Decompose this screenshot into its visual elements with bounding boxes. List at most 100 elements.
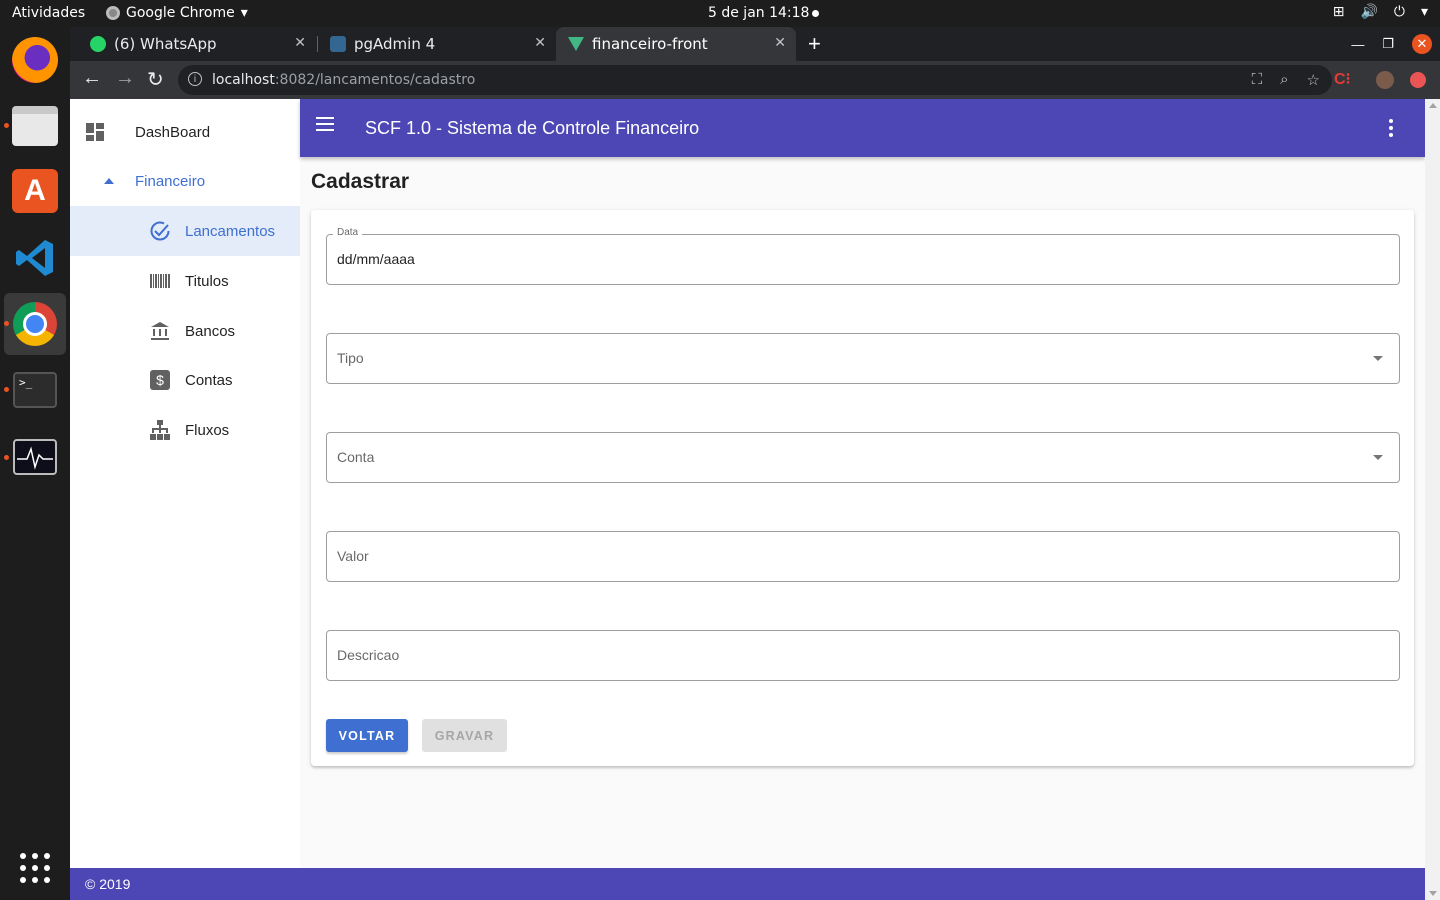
- browser-toolbar: ← → ↻ i localhost:8082/lancamentos/cadas…: [70, 61, 1440, 99]
- valor-field[interactable]: Valor: [326, 531, 1400, 582]
- nav-label: Financeiro: [135, 172, 206, 190]
- maximize-icon[interactable]: ❐: [1382, 36, 1394, 52]
- window-controls: — ❐ ✕: [1351, 34, 1432, 54]
- chrome-icon: [106, 6, 120, 20]
- app-bar: SCF 1.0 - Sistema de Controle Financeiro: [300, 99, 1425, 157]
- scroll-up-icon[interactable]: [1429, 103, 1437, 108]
- close-icon[interactable]: ✕: [534, 35, 546, 51]
- nav-group-financeiro[interactable]: Financeiro: [70, 156, 300, 206]
- svg-text:$: $: [156, 372, 164, 388]
- dock-system-monitor[interactable]: [4, 426, 66, 488]
- data-field[interactable]: Data dd/mm/aaaa: [326, 227, 1400, 285]
- reload-icon[interactable]: ↻: [147, 67, 164, 92]
- tipo-select[interactable]: Tipo: [326, 333, 1400, 384]
- app-menu-label: Google Chrome: [126, 5, 235, 21]
- back-icon[interactable]: ←: [82, 67, 102, 90]
- dashboard-icon: [84, 121, 106, 143]
- descricao-field[interactable]: Descricao: [326, 630, 1400, 681]
- nav-label: Titulos: [185, 272, 229, 290]
- software-store-icon: A: [12, 169, 58, 213]
- url-text: localhost:8082/lancamentos/cadastro: [212, 72, 476, 88]
- field-value: dd/mm/aaaa: [337, 251, 415, 267]
- address-bar[interactable]: i localhost:8082/lancamentos/cadastro ⛶ …: [178, 65, 1332, 95]
- page-content: DashBoard Financeiro Lancamentos Titulos: [70, 99, 1425, 900]
- navigation-drawer: DashBoard Financeiro Lancamentos Titulos: [70, 99, 300, 868]
- running-indicator: [4, 321, 9, 326]
- update-icon[interactable]: [1410, 72, 1426, 88]
- firefox-icon: [12, 37, 58, 83]
- system-top-bar: Atividades Google Chrome ▾ 5 de jan 14:1…: [0, 0, 1440, 27]
- vertical-scrollbar[interactable]: [1425, 99, 1440, 900]
- avatar[interactable]: [1376, 71, 1394, 89]
- close-icon[interactable]: ✕: [774, 35, 786, 51]
- app-menu[interactable]: Google Chrome ▾: [106, 5, 248, 21]
- footer: © 2019: [70, 868, 1425, 900]
- nav-label: DashBoard: [135, 123, 211, 141]
- dollar-icon: $: [149, 369, 171, 391]
- footer-text: © 2019: [85, 876, 131, 892]
- chevron-down-icon: ▾: [1420, 4, 1428, 20]
- nav-item-bancos[interactable]: Bancos: [70, 306, 300, 356]
- star-icon[interactable]: ☆: [1307, 71, 1320, 89]
- extension-icon[interactable]: C⁝: [1334, 69, 1351, 89]
- voltar-button[interactable]: VOLTAR: [326, 719, 408, 752]
- dock-chrome[interactable]: [4, 293, 66, 355]
- nav-label: Fluxos: [185, 421, 230, 439]
- zoom-icon[interactable]: ⌕: [1280, 71, 1288, 89]
- dock-files[interactable]: [4, 95, 66, 157]
- chrome-icon: [13, 302, 57, 346]
- nav-item-dashboard[interactable]: DashBoard: [70, 107, 300, 157]
- clock[interactable]: 5 de jan 14:18: [708, 5, 820, 21]
- field-label: Data: [333, 227, 363, 238]
- tab-strip: (6) WhatsApp ✕ pgAdmin 4 ✕ financeiro-fr…: [70, 27, 1440, 61]
- nav-item-fluxos[interactable]: Fluxos: [70, 405, 300, 455]
- app-title: SCF 1.0 - Sistema de Controle Financeiro: [365, 118, 700, 138]
- dock-terminal[interactable]: >_: [4, 359, 66, 421]
- show-applications-icon[interactable]: [20, 853, 50, 883]
- menu-icon[interactable]: [316, 117, 334, 131]
- tab-title: pgAdmin 4: [354, 35, 436, 53]
- tab-title: financeiro-front: [592, 35, 708, 53]
- network-icon: ⊞: [1332, 4, 1345, 20]
- nav-label: Lancamentos: [185, 222, 276, 240]
- dropdown-arrow-icon: [1373, 356, 1383, 361]
- tab-financeiro-front[interactable]: financeiro-front ✕: [556, 27, 796, 61]
- scroll-down-icon[interactable]: [1429, 891, 1437, 896]
- sitemap-icon: [149, 419, 171, 441]
- nav-item-lancamentos[interactable]: Lancamentos: [70, 206, 300, 256]
- dock-firefox[interactable]: [4, 29, 66, 91]
- power-icon: ⏻: [1393, 4, 1405, 20]
- conta-select[interactable]: Conta: [326, 432, 1400, 483]
- page-title: Cadastrar: [311, 170, 410, 193]
- pgadmin-icon: [330, 36, 346, 52]
- window-close-icon[interactable]: ✕: [1412, 34, 1432, 54]
- gravar-button[interactable]: GRAVAR: [422, 719, 507, 752]
- browser-window: (6) WhatsApp ✕ pgAdmin 4 ✕ financeiro-fr…: [70, 27, 1440, 900]
- tab-pgadmin[interactable]: pgAdmin 4 ✕: [318, 27, 556, 61]
- terminal-icon: >_: [13, 372, 57, 408]
- nav-item-contas[interactable]: $ Contas: [70, 355, 300, 405]
- volume-icon: 🔊: [1360, 4, 1378, 20]
- tab-whatsapp[interactable]: (6) WhatsApp ✕: [78, 27, 316, 61]
- tab-title: (6) WhatsApp: [114, 35, 217, 53]
- field-label: Tipo: [337, 350, 364, 366]
- close-icon[interactable]: ✕: [294, 35, 306, 51]
- dock-software[interactable]: A: [4, 160, 66, 222]
- clock-text: 5 de jan 14:18: [708, 5, 810, 21]
- field-label: Conta: [337, 449, 375, 465]
- more-vert-icon[interactable]: [1389, 119, 1393, 137]
- address-bar-actions: ⛶ ⌕ ☆: [1252, 71, 1320, 89]
- forward-icon[interactable]: →: [115, 67, 135, 90]
- chevron-down-icon: ▾: [240, 5, 248, 21]
- nav-item-titulos[interactable]: Titulos: [70, 256, 300, 306]
- form-card: Data dd/mm/aaaa Tipo Conta Valor Descric…: [311, 210, 1414, 766]
- activities-button[interactable]: Atividades: [12, 5, 85, 21]
- notification-dot: [812, 9, 820, 17]
- dock-vscode[interactable]: [4, 227, 66, 289]
- new-tab-button[interactable]: +: [808, 31, 821, 57]
- system-tray[interactable]: ⊞ 🔊 ⏻ ▾: [1333, 4, 1428, 20]
- running-indicator: [4, 455, 9, 460]
- translate-icon[interactable]: ⛶: [1252, 71, 1263, 89]
- info-icon[interactable]: i: [188, 72, 202, 86]
- minimize-icon[interactable]: —: [1351, 37, 1364, 52]
